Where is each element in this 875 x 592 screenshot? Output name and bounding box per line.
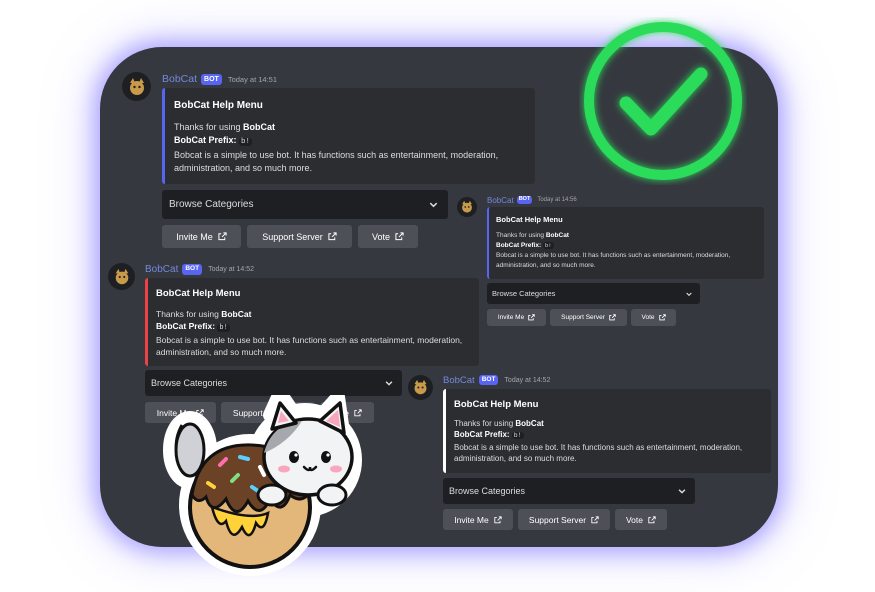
timestamp: Today at 14:51 [227, 74, 278, 84]
bot-tag: BOT [201, 73, 222, 85]
external-link-icon [528, 314, 535, 321]
embed-thanks-line: Thanks for using BobCat [156, 309, 252, 319]
bot-avatar[interactable] [122, 72, 151, 101]
external-link-icon [658, 314, 666, 321]
chevron-down-icon [429, 202, 438, 208]
message-header: BobCat BOT Today at 14:52 [443, 373, 550, 387]
embed-title: BobCat Help Menu [454, 399, 539, 410]
chevron-down-icon [678, 489, 686, 494]
chevron-down-icon [385, 381, 393, 386]
vote-button[interactable]: Vote [615, 509, 667, 530]
timestamp: Today at 14:52 [504, 376, 551, 384]
support-server-button[interactable]: Support Server [518, 509, 610, 530]
bobcat-avatar-icon [115, 268, 128, 284]
bobcat-avatar-icon [462, 200, 472, 213]
bot-username[interactable]: BobCat [487, 196, 514, 205]
message-header: BobCat BOT Today at 14:51 [162, 71, 277, 87]
embed-thanks-line: Thanks for using BobCat [454, 418, 544, 428]
select-placeholder: Browse Categories [169, 199, 254, 210]
embed-thanks-line: Thanks for using BobCat [496, 232, 569, 239]
timestamp: Today at 14:56 [537, 197, 577, 203]
embed-description: Bobcat is a simple to use bot. It has fu… [454, 442, 743, 464]
support-server-button[interactable]: Support Server [550, 309, 627, 326]
external-link-icon [648, 515, 656, 523]
bobcat-avatar-icon [414, 379, 427, 395]
embed-prefix-line: BobCat Prefix: b! [174, 135, 253, 146]
embed-prefix-line: BobCat Prefix: b! [156, 321, 230, 332]
bot-username[interactable]: BobCat [443, 375, 475, 386]
bot-avatar[interactable] [108, 263, 135, 290]
message-header: BobCat BOT Today at 14:52 [145, 262, 254, 277]
message-header: BobCat BOT Today at 14:56 [487, 194, 577, 206]
select-placeholder: Browse Categories [151, 378, 228, 388]
external-link-icon [328, 232, 337, 241]
support-server-button[interactable]: Support Server [247, 225, 352, 248]
embed-description: Bobcat is a simple to use bot. It has fu… [156, 335, 463, 357]
timestamp: Today at 14:52 [208, 266, 255, 273]
external-link-icon [609, 314, 616, 321]
browse-categories-select[interactable]: Browse Categories [145, 370, 402, 396]
bot-username[interactable]: BobCat [145, 264, 178, 275]
bobcat-avatar-icon [129, 77, 144, 95]
bot-tag: BOT [516, 196, 533, 204]
bot-username[interactable]: BobCat [162, 73, 197, 85]
external-link-icon [218, 232, 227, 241]
link-buttons: Invite Me Support Server Vote [443, 509, 667, 530]
embed-title: BobCat Help Menu [496, 215, 563, 224]
embed-description: Bobcat is a simple to use bot. It has fu… [496, 252, 731, 269]
help-embed: BobCat Help Menu Thanks for using BobCat… [443, 389, 771, 473]
select-placeholder: Browse Categories [492, 289, 556, 298]
embed-prefix-line: BobCat Prefix: b! [454, 430, 524, 439]
help-embed: BobCat Help Menu Thanks for using BobCat… [145, 278, 479, 366]
bot-tag: BOT [182, 264, 203, 275]
check-icon [584, 22, 742, 180]
embed-title: BobCat Help Menu [156, 288, 241, 299]
browse-categories-select[interactable]: Browse Categories [443, 478, 695, 504]
embed-description: Bobcat is a simple to use bot. It has fu… [174, 150, 499, 173]
chevron-down-icon [686, 292, 692, 296]
embed-title: BobCat Help Menu [174, 100, 263, 111]
help-embed: BobCat Help Menu Thanks for using BobCat… [487, 207, 764, 279]
browse-categories-select[interactable]: Browse Categories [162, 190, 448, 219]
help-embed: BobCat Help Menu Thanks for using BobCat… [162, 88, 535, 184]
external-link-icon [395, 232, 404, 241]
invite-me-button[interactable]: Invite Me [487, 309, 546, 326]
bot-avatar[interactable] [408, 375, 433, 400]
embed-prefix-line: BobCat Prefix: b! [496, 242, 554, 249]
external-link-icon [494, 515, 502, 523]
invite-me-button[interactable]: Invite Me [443, 509, 513, 530]
vote-button[interactable]: Vote [358, 225, 418, 248]
link-buttons: Invite Me Support Server Vote [162, 225, 418, 248]
select-placeholder: Browse Categories [449, 486, 526, 496]
invite-me-button[interactable]: Invite Me [162, 225, 241, 248]
bot-tag: BOT [478, 374, 499, 386]
embed-thanks-line: Thanks for using BobCat [174, 122, 276, 132]
cat-donut-icon [163, 395, 362, 576]
external-link-icon [591, 515, 599, 523]
link-buttons: Invite Me Support Server Vote [487, 309, 676, 326]
vote-button[interactable]: Vote [631, 309, 676, 326]
browse-categories-select[interactable]: Browse Categories [487, 283, 700, 304]
bot-avatar[interactable] [457, 197, 477, 217]
